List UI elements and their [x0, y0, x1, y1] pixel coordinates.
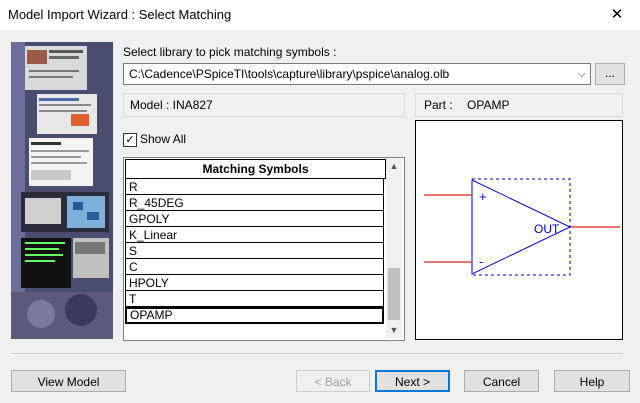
title-bar: Model Import Wizard : Select Matching ✕ [0, 0, 640, 30]
model-label: Model : INA827 [130, 98, 213, 112]
scroll-thumb[interactable] [388, 268, 400, 320]
show-all-label: Show All [140, 132, 187, 146]
wizard-banner-image [11, 42, 113, 339]
scroll-up-icon[interactable]: ▲ [386, 158, 402, 174]
close-icon[interactable]: ✕ [594, 0, 640, 30]
minus-input-label: - [479, 254, 483, 269]
list-item[interactable]: T [125, 291, 384, 307]
opamp-symbol: + - OUT [424, 178, 620, 276]
list-item[interactable]: K_Linear [125, 227, 384, 243]
list-item[interactable]: R [125, 179, 384, 195]
list-item-selected[interactable]: OPAMP [125, 307, 384, 324]
scroll-down-icon[interactable]: ▼ [386, 322, 402, 338]
divider [11, 353, 623, 355]
list-item[interactable]: HPOLY [125, 275, 384, 291]
symbol-preview: + - OUT [415, 120, 623, 340]
window-title: Model Import Wizard : Select Matching [8, 7, 232, 22]
library-path-combo[interactable]: C:\Cadence\PSpiceTI\tools\capture\librar… [123, 63, 591, 85]
help-button[interactable]: Help [554, 370, 630, 392]
matching-symbols-header: Matching Symbols [125, 159, 386, 179]
list-item[interactable]: R_45DEG [125, 195, 384, 211]
list-item[interactable]: S [125, 243, 384, 259]
next-button[interactable]: Next > [375, 370, 450, 392]
model-panel: Model : INA827 [123, 93, 405, 117]
back-button[interactable]: < Back [296, 370, 370, 392]
cancel-button[interactable]: Cancel [464, 370, 539, 392]
library-label: Select library to pick matching symbols … [123, 45, 337, 59]
library-path-value: C:\Cadence\PSpiceTI\tools\capture\librar… [129, 67, 450, 81]
view-model-button[interactable]: View Model [11, 370, 126, 392]
list-item[interactable]: C [125, 259, 384, 275]
plus-input-label: + [479, 189, 487, 204]
output-label: OUT [534, 222, 560, 236]
list-scrollbar[interactable]: ▲ ▼ [386, 158, 402, 338]
part-label: Part : [424, 98, 453, 112]
list-item[interactable]: GPOLY [125, 211, 384, 227]
part-panel: Part : OPAMP [415, 93, 623, 117]
chevron-down-icon[interactable]: ⌵ [578, 64, 586, 84]
browse-button[interactable]: ... [595, 63, 625, 85]
part-name: OPAMP [467, 98, 510, 112]
show-all-checkbox[interactable]: ✓ [123, 133, 137, 147]
matching-symbols-list[interactable]: Matching Symbols R R_45DEG GPOLY K_Linea… [123, 157, 405, 341]
